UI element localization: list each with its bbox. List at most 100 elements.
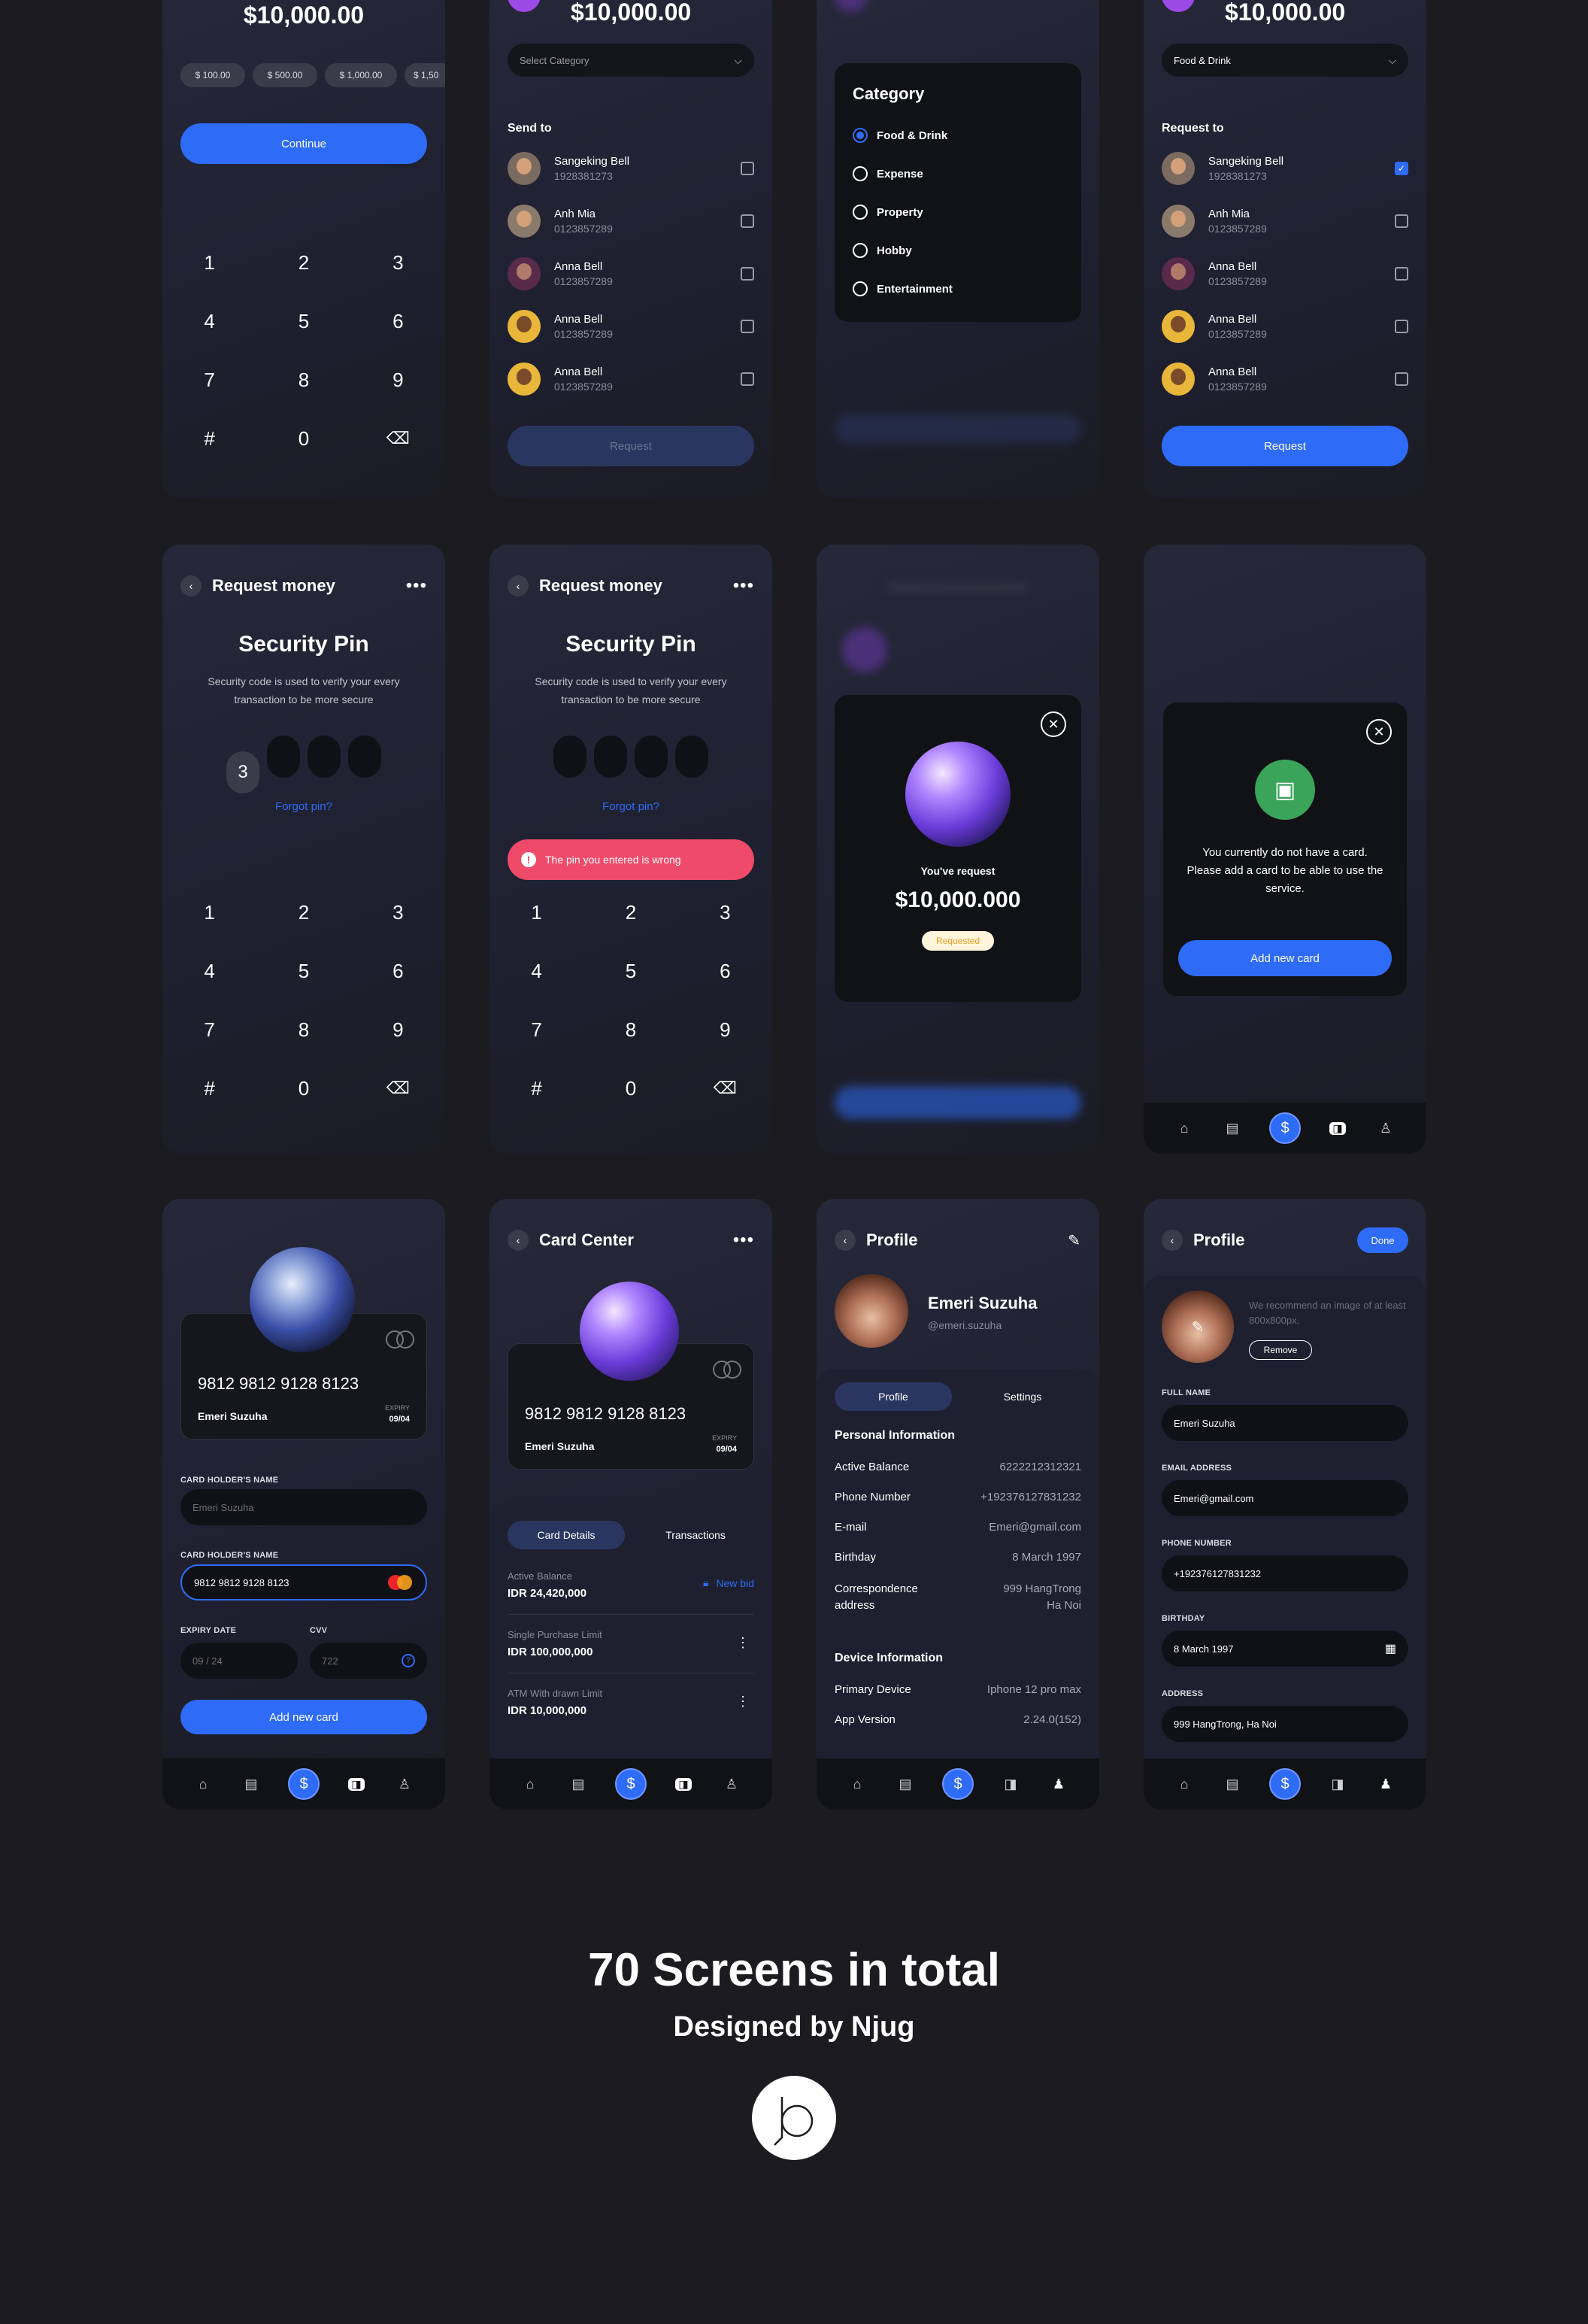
- card-number-input[interactable]: 9812 9812 9128 8123: [180, 1564, 427, 1600]
- nav-user[interactable]: ♟: [1047, 1773, 1070, 1795]
- nav-wallet[interactable]: ◨: [1326, 1773, 1349, 1795]
- key-6[interactable]: 6: [351, 292, 445, 350]
- contact-checkbox[interactable]: [741, 320, 754, 333]
- nav-home[interactable]: ⌂: [846, 1773, 868, 1795]
- nav-wallet[interactable]: ◨: [1326, 1117, 1349, 1139]
- key-2[interactable]: 2: [583, 883, 677, 942]
- key-3[interactable]: 3: [351, 883, 445, 942]
- cvv-input[interactable]: 722 ?: [310, 1643, 427, 1679]
- category-select[interactable]: Select Category ⌵: [508, 44, 754, 77]
- tab-card-details[interactable]: Card Details: [508, 1521, 625, 1549]
- nav-home[interactable]: ⌂: [519, 1773, 541, 1795]
- request-button[interactable]: Request: [1162, 426, 1408, 466]
- back-button[interactable]: ‹: [1162, 1230, 1183, 1251]
- nav-user[interactable]: ♟: [1374, 1773, 1397, 1795]
- nav-wallet[interactable]: ◨: [672, 1773, 695, 1795]
- nav-wallet[interactable]: ◨: [345, 1773, 368, 1795]
- contact-row[interactable]: Anna Bell 0123857289: [1162, 251, 1408, 296]
- key-4[interactable]: 4: [162, 292, 256, 350]
- contact-checkbox[interactable]: [1395, 372, 1408, 386]
- key-9[interactable]: 9: [351, 350, 445, 409]
- contact-checkbox[interactable]: [1395, 214, 1408, 228]
- address-input[interactable]: 999 HangTrong, Ha Noi: [1162, 1706, 1408, 1742]
- nav-dollar[interactable]: $: [942, 1768, 974, 1800]
- quick-amount-500[interactable]: $ 500.00: [253, 63, 317, 87]
- key-0[interactable]: 0: [256, 409, 350, 468]
- forgot-pin-link[interactable]: Forgot pin?: [162, 800, 445, 813]
- backspace-key[interactable]: ⌫: [351, 409, 445, 468]
- key-4[interactable]: 4: [489, 942, 583, 1000]
- back-button[interactable]: ‹: [508, 575, 529, 596]
- nav-chart[interactable]: ▤: [240, 1773, 262, 1795]
- done-button[interactable]: Done: [1357, 1227, 1408, 1253]
- close-button[interactable]: ✕: [1041, 711, 1066, 737]
- category-option-entertainment[interactable]: Entertainment: [853, 281, 953, 296]
- key-8[interactable]: 8: [256, 1000, 350, 1059]
- contact-checkbox[interactable]: [1395, 320, 1408, 333]
- new-bid-button[interactable]: 🔒︎ New bid: [703, 1576, 754, 1589]
- nav-user[interactable]: ♙: [720, 1773, 743, 1795]
- nav-dollar[interactable]: $: [1269, 1768, 1301, 1800]
- backspace-key[interactable]: ⌫: [351, 1059, 445, 1118]
- key-0[interactable]: 0: [256, 1059, 350, 1118]
- key-7[interactable]: 7: [162, 350, 256, 409]
- key-8[interactable]: 8: [583, 1000, 677, 1059]
- birthday-input[interactable]: 8 March 1997 ▦: [1162, 1631, 1408, 1667]
- category-option-hobby[interactable]: Hobby: [853, 243, 912, 258]
- calendar-icon[interactable]: ▦: [1385, 1641, 1396, 1656]
- contact-row[interactable]: Anh Mia 0123857289: [1162, 199, 1408, 244]
- nav-chart[interactable]: ▤: [1221, 1117, 1244, 1139]
- continue-button[interactable]: Continue: [180, 123, 427, 164]
- nav-chart[interactable]: ▤: [894, 1773, 917, 1795]
- nav-home[interactable]: ⌂: [1173, 1117, 1196, 1139]
- key-hash[interactable]: #: [489, 1059, 583, 1118]
- forgot-pin-link[interactable]: Forgot pin?: [489, 800, 772, 813]
- contact-checkbox[interactable]: [741, 214, 754, 228]
- more-icon[interactable]: •••: [733, 1230, 754, 1251]
- add-card-button[interactable]: Add new card: [1178, 940, 1392, 976]
- more-icon[interactable]: •••: [733, 575, 754, 596]
- key-5[interactable]: 5: [256, 292, 350, 350]
- quick-amount-100[interactable]: $ 100.00: [180, 63, 245, 87]
- back-button[interactable]: ‹: [508, 1230, 529, 1251]
- nav-home[interactable]: ⌂: [192, 1773, 214, 1795]
- key-9[interactable]: 9: [351, 1000, 445, 1059]
- key-1[interactable]: 1: [162, 883, 256, 942]
- key-2[interactable]: 2: [256, 883, 350, 942]
- contact-checkbox[interactable]: [741, 162, 754, 175]
- contact-checkbox-checked[interactable]: ✓: [1395, 162, 1408, 175]
- request-button[interactable]: Request: [508, 426, 754, 466]
- tab-transactions[interactable]: Transactions: [637, 1521, 754, 1549]
- category-select[interactable]: Food & Drink ⌵: [1162, 44, 1408, 77]
- key-5[interactable]: 5: [256, 942, 350, 1000]
- nav-chart[interactable]: ▤: [567, 1773, 589, 1795]
- key-3[interactable]: 3: [351, 233, 445, 292]
- key-6[interactable]: 6: [351, 942, 445, 1000]
- contact-checkbox[interactable]: [741, 267, 754, 281]
- nav-dollar[interactable]: $: [615, 1768, 647, 1800]
- pin-input[interactable]: [489, 736, 772, 781]
- key-hash[interactable]: #: [162, 409, 256, 468]
- quick-amount-1000[interactable]: $ 1,000.00: [325, 63, 397, 87]
- tab-profile[interactable]: Profile: [835, 1382, 952, 1411]
- quick-amount-1500[interactable]: $ 1,50: [405, 63, 445, 87]
- kebab-menu-icon[interactable]: ⋮: [736, 1635, 750, 1651]
- key-0[interactable]: 0: [583, 1059, 677, 1118]
- nav-dollar[interactable]: $: [288, 1768, 320, 1800]
- key-1[interactable]: 1: [489, 883, 583, 942]
- key-4[interactable]: 4: [162, 942, 256, 1000]
- key-3[interactable]: 3: [678, 883, 772, 942]
- kebab-menu-icon[interactable]: ⋮: [736, 1694, 750, 1710]
- contact-row[interactable]: Sangeking Bell 1928381273 ✓: [1162, 146, 1408, 191]
- back-button[interactable]: ‹: [180, 575, 202, 596]
- contact-row[interactable]: Sangeking Bell 1928381273: [508, 146, 754, 191]
- email-input[interactable]: Emeri@gmail.com: [1162, 1480, 1408, 1516]
- contact-row[interactable]: Anna Bell 0123857289: [508, 356, 754, 402]
- expiry-date-input[interactable]: 09 / 24: [180, 1643, 298, 1679]
- nav-home[interactable]: ⌂: [1173, 1773, 1196, 1795]
- key-1[interactable]: 1: [162, 233, 256, 292]
- contact-row[interactable]: Anh Mia 0123857289: [508, 199, 754, 244]
- key-9[interactable]: 9: [678, 1000, 772, 1059]
- close-button[interactable]: ✕: [1366, 719, 1392, 745]
- contact-row[interactable]: Anna Bell 0123857289: [1162, 356, 1408, 402]
